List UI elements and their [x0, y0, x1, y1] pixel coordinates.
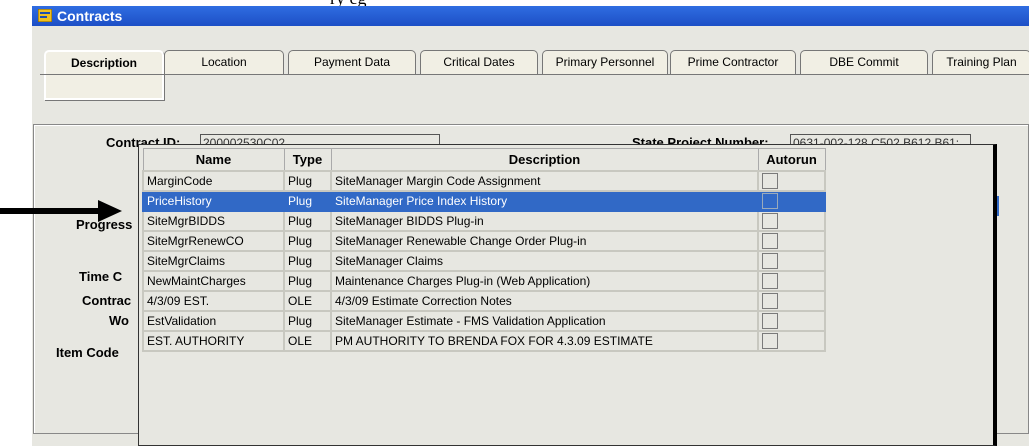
cell-name[interactable]: 4/3/09 EST. [142, 290, 285, 312]
cell-description[interactable]: Maintenance Charges Plug-in (Web Applica… [330, 270, 759, 292]
cell-autorun [757, 250, 826, 272]
cell-autorun [757, 330, 826, 352]
cell-autorun [757, 310, 826, 332]
cell-description[interactable]: SiteManager Price Index History [330, 190, 759, 212]
cell-type[interactable]: Plug [283, 210, 332, 232]
tab-divider [40, 74, 1029, 75]
tab-training-plan[interactable]: Training Plan [932, 50, 1029, 74]
autorun-checkbox[interactable] [762, 253, 778, 269]
cell-type[interactable]: Plug [283, 230, 332, 252]
window-title: Contracts [57, 8, 123, 24]
tab-payment-data[interactable]: Payment Data [288, 50, 416, 74]
column-header-description[interactable]: Description [330, 148, 759, 172]
tab-dbe-commit[interactable]: DBE Commit [800, 50, 928, 74]
cell-type[interactable]: Plug [283, 250, 332, 272]
tab-description[interactable]: Description [44, 50, 164, 100]
cell-name[interactable]: EstValidation [142, 310, 285, 332]
table-row[interactable]: NewMaintCharges Plug Maintenance Charges P… [142, 270, 826, 292]
cell-name[interactable]: EST. AUTHORITY [142, 330, 285, 352]
table-row[interactable]: SiteMgrBIDDS Plug SiteManager BIDDS Plug-i… [142, 210, 826, 232]
autorun-checkbox[interactable] [762, 213, 778, 229]
contractor-label: Contrac [82, 293, 132, 308]
cell-autorun [757, 230, 826, 252]
cell-name[interactable]: SiteMgrBIDDS [142, 210, 285, 232]
cell-name[interactable]: PriceHistory [142, 190, 285, 212]
cell-description[interactable]: SiteManager Renewable Change Order Plug-… [330, 230, 759, 252]
cell-autorun [757, 290, 826, 312]
title-bar[interactable]: Contracts [32, 6, 1029, 26]
column-header-autorun[interactable]: Autorun [757, 148, 826, 172]
table-row[interactable]: EST. AUTHORITY OLE PM AUTHORITY TO BRENDA … [142, 330, 826, 352]
cell-name[interactable]: MarginCode [142, 170, 285, 192]
table-row[interactable]: MarginCode Plug SiteManager Margin Code As… [142, 170, 826, 192]
tab-bar: Description Location Payment Data Critical … [40, 50, 1029, 100]
tab-location[interactable]: Location [164, 50, 284, 74]
autorun-checkbox[interactable] [762, 273, 778, 289]
tab-primary-personnel[interactable]: Primary Personnel [542, 50, 668, 74]
cell-autorun [757, 190, 826, 212]
table-row[interactable]: PriceHistory Plug SiteManager Price Index … [142, 190, 826, 212]
cell-description[interactable]: PM AUTHORITY TO BRENDA FOX FOR 4.3.09 ES… [330, 330, 759, 352]
work-label: Wo [109, 313, 129, 328]
cell-type[interactable]: Plug [283, 170, 332, 192]
plugin-selection-popup: Name Type Description Autorun MarginCode… [138, 144, 997, 446]
item-code-label: Item Code [56, 345, 119, 360]
contracts-window-icon [38, 9, 52, 22]
autorun-checkbox[interactable] [762, 233, 778, 249]
autorun-checkbox[interactable] [762, 173, 778, 189]
autorun-checkbox[interactable] [762, 293, 778, 309]
cell-type[interactable]: Plug [283, 190, 332, 212]
autorun-checkbox[interactable] [762, 333, 778, 349]
cell-autorun [757, 170, 826, 192]
table-row[interactable]: EstValidation Plug SiteManager Estimate - … [142, 310, 826, 332]
column-header-name[interactable]: Name [142, 148, 285, 172]
table-row[interactable]: SiteMgrRenewCO Plug SiteManager Renewable … [142, 230, 826, 252]
cell-autorun [757, 210, 826, 232]
cell-description[interactable]: SiteManager BIDDS Plug-in [330, 210, 759, 232]
table-row[interactable]: SiteMgrClaims Plug SiteManager Claims [142, 250, 826, 272]
tab-critical-dates[interactable]: Critical Dates [420, 50, 538, 74]
cell-autorun [757, 270, 826, 292]
cell-type[interactable]: Plug [283, 270, 332, 292]
cell-description[interactable]: SiteManager Claims [330, 250, 759, 272]
cell-type[interactable]: OLE [283, 330, 332, 352]
cell-description[interactable]: SiteManager Margin Code Assignment [330, 170, 759, 192]
column-header-type[interactable]: Type [283, 148, 332, 172]
black-arrow-pointer [0, 200, 122, 222]
plugin-table: Name Type Description Autorun MarginCode… [142, 148, 826, 352]
autorun-checkbox[interactable] [762, 193, 778, 209]
table-row[interactable]: 4/3/09 EST. OLE 4/3/09 Estimate Correction… [142, 290, 826, 312]
cell-name[interactable]: SiteMgrRenewCO [142, 230, 285, 252]
cell-type[interactable]: OLE [283, 290, 332, 312]
cell-name[interactable]: SiteMgrClaims [142, 250, 285, 272]
time-label: Time C [79, 269, 123, 284]
table-header-row: Name Type Description Autorun [142, 148, 826, 172]
cell-name[interactable]: NewMaintCharges [142, 270, 285, 292]
tab-prime-contractor[interactable]: Prime Contractor [670, 50, 796, 74]
cell-description[interactable]: SiteManager Estimate - FMS Validation Ap… [330, 310, 759, 332]
autorun-checkbox[interactable] [762, 313, 778, 329]
cell-type[interactable]: Plug [283, 310, 332, 332]
cell-description[interactable]: 4/3/09 Estimate Correction Notes [330, 290, 759, 312]
